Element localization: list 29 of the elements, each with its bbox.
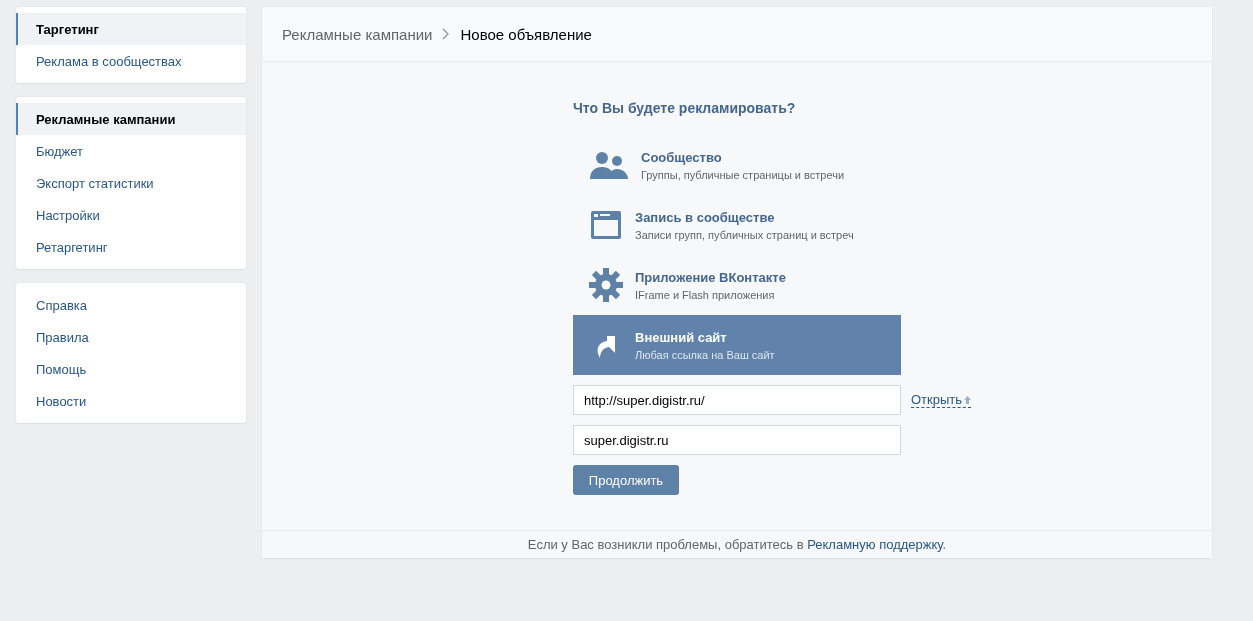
sidebar-item[interactable]: Новости [16,385,246,417]
support-link[interactable]: Рекламную поддержку [807,537,943,552]
chevron-icon [442,28,451,40]
footer-text: Если у Вас возникли проблемы, обратитесь в Рекламную поддержку. [527,537,947,552]
sidebar-item[interactable]: Помощь [16,353,246,385]
sidebar-item[interactable]: Бюджет [16,135,246,167]
sidebar-item[interactable]: Справка [16,289,246,321]
ad-type-option[interactable]: Запись в сообществе Записи групп, публичных страниц и встреч [573,195,901,255]
sidebar-item[interactable]: Таргетинг [16,13,246,45]
breadcrumb-link[interactable]: Рекламные кампании [282,25,433,43]
gear-icon [589,268,623,302]
sidebar-item[interactable]: Настройки [16,199,246,231]
sidebar-item[interactable]: Реклама в сообществах [16,45,246,77]
continue-button[interactable]: Продолжить [573,465,679,495]
ad-type-option[interactable]: Приложение ВКонтакте IFrame и Flash приложения [573,255,901,315]
people-icon [589,150,629,180]
sidebar-item[interactable]: Правила [16,321,246,353]
sidebar-item[interactable]: Ретаргетинг [16,231,246,263]
url-field[interactable]: http://super.digistr.ru/ [573,385,901,415]
sidebar-item[interactable]: Рекламные кампании [16,103,246,135]
breadcrumb-current: Новое объявление [460,25,592,43]
window-icon [589,210,623,240]
sidebar-item[interactable]: Экспорт статистики [16,167,246,199]
question-title: Что Вы будете рекламировать? [573,100,797,116]
domain-field[interactable]: super.digistr.ru [573,425,901,455]
ad-type-option[interactable]: Сообщество Группы, публичные страницы и встречи [573,135,901,195]
ad-type-option[interactable]: Внешний сайт Любая ссылка на Ваш сайт [573,315,901,375]
open-link[interactable]: Открыть [911,392,972,408]
up-arrow-icon [964,395,972,404]
